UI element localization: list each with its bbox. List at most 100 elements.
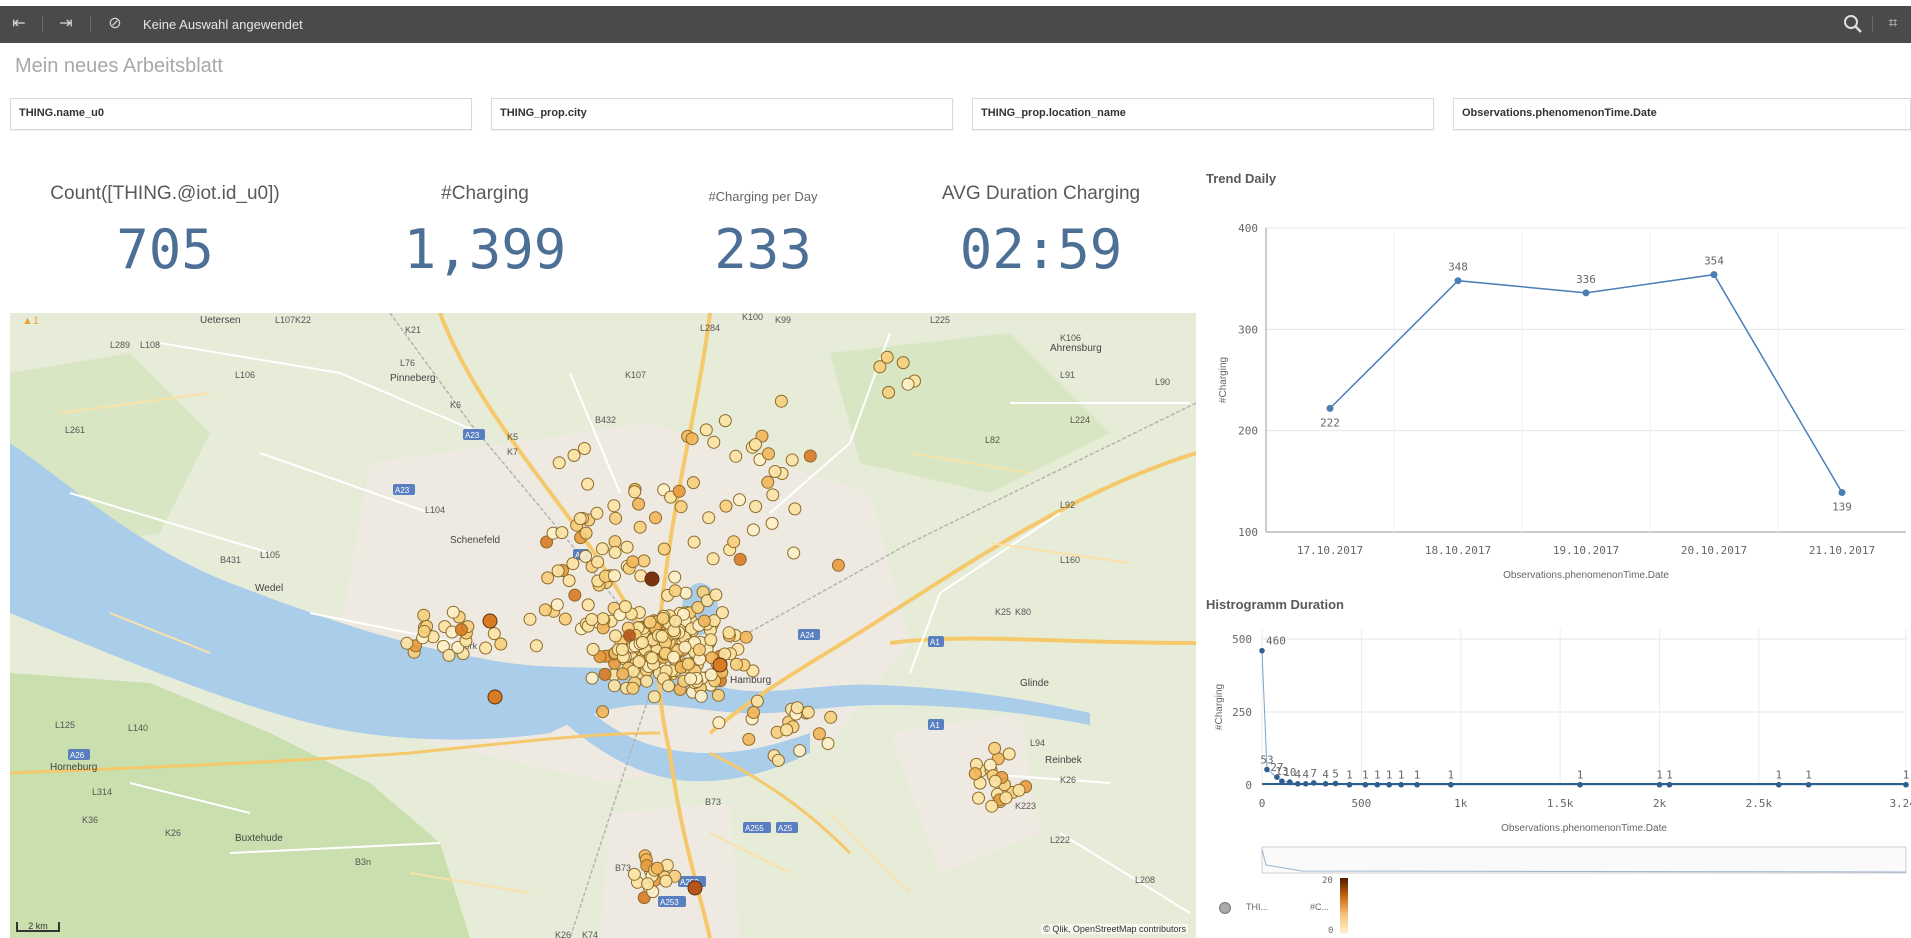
map-marker[interactable] [649,511,662,525]
hist-data-point[interactable] [1398,781,1404,788]
map-marker[interactable] [581,477,595,491]
map-canvas[interactable]: Uetersen Pinneberg Ahrensburg Schenefeld Wed… [10,313,1196,938]
map-marker[interactable] [595,542,609,556]
map-marker[interactable] [590,506,604,520]
warning-icon[interactable]: ▲1 [22,315,39,327]
hist-data-point[interactable] [1414,781,1420,788]
hist-data-point[interactable] [1362,781,1369,788]
map-marker[interactable] [482,613,498,629]
hist-data-point[interactable] [1775,781,1782,788]
map-marker[interactable] [400,636,414,650]
hist-data-point[interactable] [1374,781,1381,788]
filter-phenomenon-date[interactable]: Observations.phenomenonTime.Date [1453,98,1911,130]
map-marker[interactable] [765,516,779,530]
map-marker[interactable] [1012,783,1026,797]
hist-data-point[interactable] [1302,781,1309,787]
map-marker[interactable] [632,655,646,669]
hist-range-navigator[interactable] [1261,846,1907,874]
map-marker[interactable] [730,657,743,671]
map-marker[interactable] [972,791,985,805]
map-marker[interactable] [681,657,695,671]
hist-data-point[interactable] [1448,781,1454,788]
map-marker[interactable] [812,727,826,741]
map-marker[interactable] [685,432,699,446]
map-marker[interactable] [607,679,621,693]
map-marker[interactable] [616,667,630,681]
trend-data-point[interactable] [1326,404,1334,412]
map-marker[interactable] [647,690,661,704]
map-marker[interactable] [793,744,807,758]
map-marker[interactable] [579,549,592,563]
map[interactable]: Uetersen Pinneberg Ahrensburg Schenefeld Wed… [10,313,1196,938]
clear-selections-icon[interactable]: ⊘ [104,14,126,34]
map-marker[interactable] [656,611,670,625]
hist-data-point[interactable] [1259,647,1265,654]
map-marker[interactable] [568,588,582,602]
map-marker[interactable] [620,540,634,554]
map-marker[interactable] [749,500,763,513]
map-marker[interactable] [901,377,915,391]
map-marker[interactable] [785,453,799,467]
selections-forward-icon[interactable]: ⇥ [55,14,77,34]
map-marker[interactable] [623,629,636,642]
trend-data-point[interactable] [1710,271,1718,279]
map-marker[interactable] [687,535,701,549]
map-marker[interactable] [711,688,725,702]
map-marker[interactable] [727,535,741,549]
map-marker[interactable] [596,705,610,719]
map-marker[interactable] [686,476,700,490]
map-marker[interactable] [729,449,743,463]
map-marker[interactable] [733,493,746,507]
map-marker[interactable] [694,689,708,703]
map-marker[interactable] [657,542,671,556]
map-marker[interactable] [641,877,655,891]
hist-data-point[interactable] [1656,781,1663,788]
map-marker[interactable] [591,555,605,569]
map-marker[interactable] [774,394,788,408]
map-marker[interactable] [706,552,720,566]
map-marker[interactable] [985,799,999,813]
map-marker[interactable] [645,651,659,665]
map-marker[interactable] [739,630,753,644]
map-marker[interactable] [1002,747,1016,761]
hist-data-point[interactable] [1805,781,1812,788]
map-marker[interactable] [633,520,647,534]
map-marker[interactable] [643,615,657,629]
map-marker[interactable] [722,626,736,640]
map-marker[interactable] [552,456,566,470]
map-marker[interactable] [667,650,681,664]
map-marker[interactable] [684,672,698,686]
map-marker[interactable] [669,614,682,628]
map-marker[interactable] [771,753,785,767]
trend-data-point[interactable] [1454,277,1462,285]
filter-thing-location-name[interactable]: THING_prop.location_name [972,98,1434,130]
map-marker[interactable] [618,600,632,614]
map-marker[interactable] [801,705,815,719]
map-marker[interactable] [479,641,493,655]
map-marker[interactable] [831,558,845,572]
map-marker[interactable] [628,485,642,499]
map-marker[interactable] [761,475,775,489]
hist-data-point[interactable] [1310,780,1317,786]
map-marker[interactable] [550,598,564,612]
map-marker[interactable] [709,588,723,602]
hist-data-point[interactable] [1264,766,1270,773]
hist-data-point[interactable] [1577,781,1583,788]
map-marker[interactable] [668,584,682,598]
map-marker[interactable] [790,701,804,715]
map-marker[interactable] [968,767,982,781]
map-marker[interactable] [672,484,686,498]
map-marker[interactable] [766,488,780,502]
map-marker[interactable] [999,791,1013,805]
map-marker[interactable] [733,552,747,566]
map-marker[interactable] [585,613,599,626]
map-marker[interactable] [615,643,629,656]
map-marker[interactable] [487,627,501,641]
map-marker[interactable] [692,643,706,657]
map-marker[interactable] [824,710,838,724]
map-marker[interactable] [585,671,599,685]
map-marker[interactable] [627,867,641,881]
map-marker[interactable] [674,500,688,514]
map-marker[interactable] [742,732,756,746]
map-marker[interactable] [747,706,761,719]
